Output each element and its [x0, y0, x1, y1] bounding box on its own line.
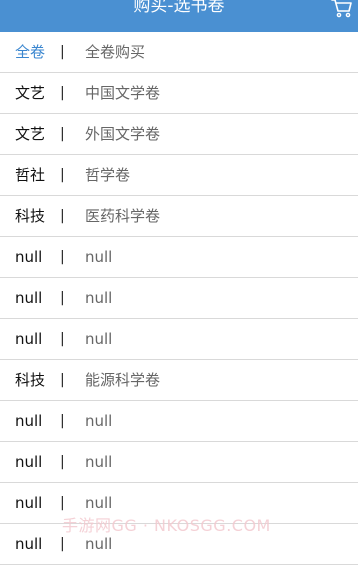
category-label: null: [15, 330, 43, 348]
separator: |: [60, 126, 65, 142]
category-label: null: [15, 494, 43, 512]
volume-name: null: [85, 330, 113, 348]
separator: |: [60, 167, 65, 183]
app-header: 购买-选书卷: [0, 0, 358, 32]
separator: |: [60, 454, 65, 470]
volume-name: null: [85, 248, 113, 266]
category-label: null: [15, 248, 43, 266]
category-label: 全卷: [15, 43, 46, 61]
list-item[interactable]: null | null: [0, 237, 358, 278]
separator: |: [60, 44, 65, 60]
separator: |: [60, 413, 65, 429]
cart-icon: [331, 0, 352, 18]
separator: |: [60, 208, 65, 224]
list-item[interactable]: null | null: [0, 401, 358, 442]
separator: |: [60, 290, 65, 306]
list-item-all-volumes[interactable]: 全卷 | 全卷购买: [0, 32, 358, 73]
category-label: 文艺: [15, 84, 46, 102]
separator: |: [60, 85, 65, 101]
volume-name: 医药科学卷: [85, 207, 161, 225]
list-item[interactable]: 文艺 | 中国文学卷: [0, 73, 358, 114]
volume-name: 中国文学卷: [85, 84, 161, 102]
volume-name: null: [85, 412, 113, 430]
list-item[interactable]: null | null: [0, 319, 358, 360]
category-label: 科技: [15, 207, 46, 225]
list-item[interactable]: 科技 | 医药科学卷: [0, 196, 358, 237]
category-label: 哲社: [15, 166, 46, 184]
category-label: 文艺: [15, 125, 46, 143]
list-item[interactable]: 文艺 | 外国文学卷: [0, 114, 358, 155]
category-label: null: [15, 289, 43, 307]
volume-list: 全卷 | 全卷购买 文艺 | 中国文学卷 文艺 | 外国文学卷 哲社 | 哲学卷…: [0, 32, 358, 565]
watermark: 手游网GG · NKOSGG.COM: [62, 516, 271, 535]
category-label: null: [15, 412, 43, 430]
page-title: 购买-选书卷: [133, 0, 225, 16]
list-item[interactable]: null | null: [0, 442, 358, 483]
category-label: 科技: [15, 371, 46, 389]
cart-button[interactable]: [330, 0, 354, 20]
volume-name: null: [85, 453, 113, 471]
volume-name: null: [85, 289, 113, 307]
volume-name: 外国文学卷: [85, 125, 161, 143]
separator: |: [60, 249, 65, 265]
separator: |: [60, 372, 65, 388]
list-item[interactable]: null | null: [0, 278, 358, 319]
separator: |: [60, 331, 65, 347]
volume-name: 哲学卷: [85, 166, 131, 184]
list-item[interactable]: 哲社 | 哲学卷: [0, 155, 358, 196]
category-label: null: [15, 453, 43, 471]
list-item[interactable]: 科技 | 能源科学卷: [0, 360, 358, 401]
volume-name: 能源科学卷: [85, 371, 161, 389]
category-label: null: [15, 535, 43, 553]
volume-name: 全卷购买: [85, 43, 146, 61]
